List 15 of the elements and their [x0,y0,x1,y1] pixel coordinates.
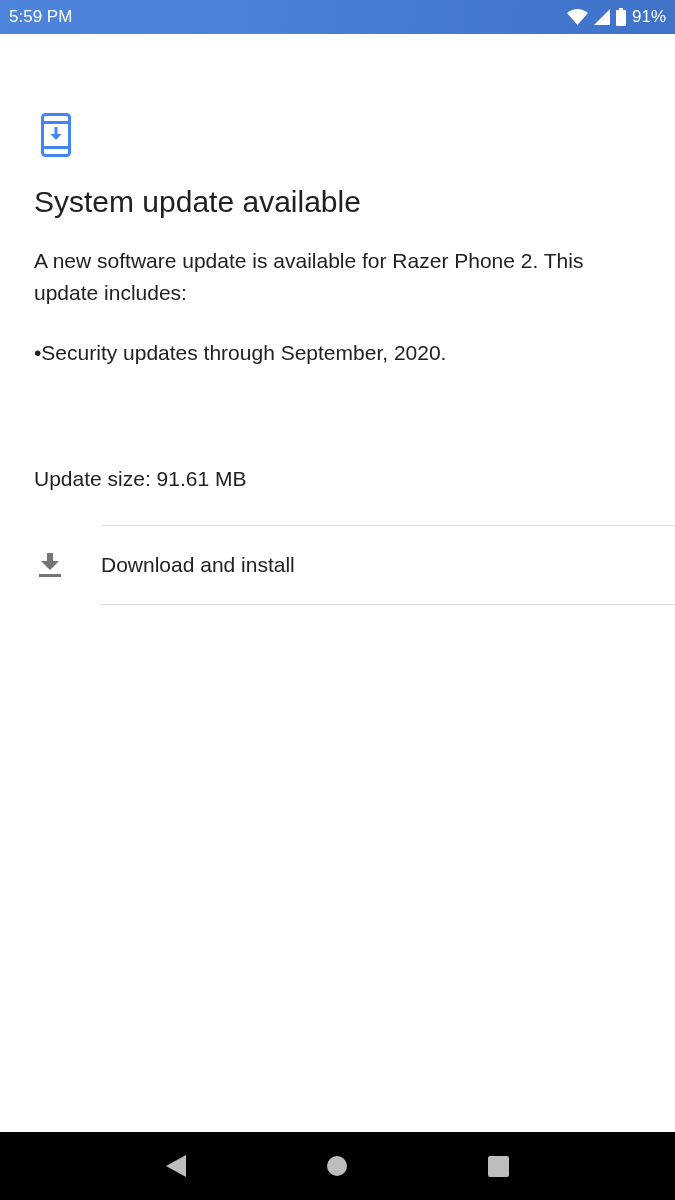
update-size: Update size: 91.61 MB [34,467,248,491]
battery-icon [615,8,626,26]
battery-percent: 91% [631,7,666,27]
status-time: 5:59 PM [9,7,73,27]
download-icon [39,553,61,577]
download-install-button[interactable]: Download and install [101,553,295,577]
back-icon[interactable] [165,1155,186,1177]
recents-icon[interactable] [488,1155,510,1177]
phone-download-icon [41,113,71,157]
update-description: A new software update is available for Razer Phone 2. This update includes: [34,248,585,306]
signal-icon [593,9,610,25]
wifi-icon [566,9,588,25]
page-title: System update available [34,185,362,219]
change-item: •Security updates through September, 2020. [34,341,448,365]
home-icon[interactable] [327,1156,347,1176]
